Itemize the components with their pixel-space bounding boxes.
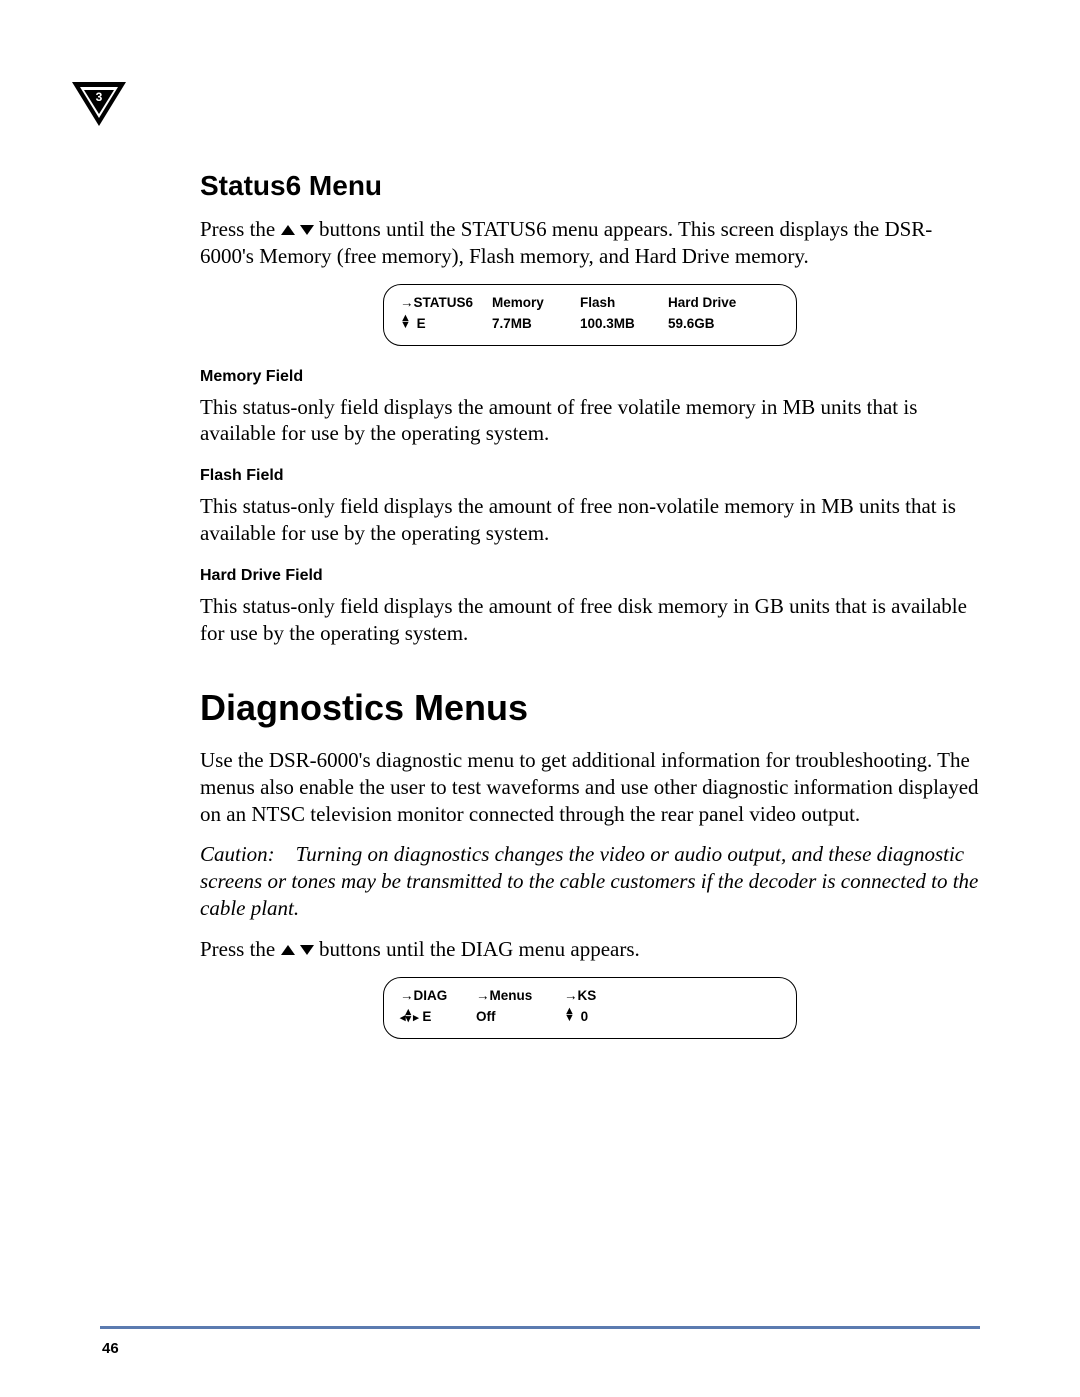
- diagnostics-heading: Diagnostics Menus: [200, 687, 980, 729]
- lcd-cell-menus: →Menus: [476, 986, 564, 1007]
- lcd-cell-diag: →DIAG: [400, 986, 476, 1007]
- lcd-cell-memory-value: 7.7MB: [492, 314, 580, 335]
- lcd-row: →STATUS6 Memory Flash Hard Drive: [400, 293, 780, 314]
- flash-field-text: This status-only field displays the amou…: [200, 493, 980, 547]
- lcd-cell-ks-value: ▲▼ 0: [564, 1007, 634, 1028]
- harddrive-field-label: Hard Drive Field: [200, 567, 980, 585]
- lcd-cell-harddrive-header: Hard Drive: [668, 293, 780, 314]
- lcd-e-text: E: [417, 316, 426, 331]
- status6-lcd: →STATUS6 Memory Flash Hard Drive ▲▼ E 7.…: [383, 284, 797, 346]
- diagnostics-press-post: buttons until the DIAG menu appears.: [314, 937, 640, 961]
- lcd-cell-harddrive-value: 59.6GB: [668, 314, 780, 335]
- status6-intro: Press the buttons until the STATUS6 menu…: [200, 216, 980, 270]
- left-right-up-down-arrows-icon: ◂▴▾▸: [400, 1012, 419, 1024]
- lcd-cell-ks: →KS: [564, 986, 634, 1007]
- memory-field-label: Memory Field: [200, 368, 980, 386]
- harddrive-field-text: This status-only field displays the amou…: [200, 593, 980, 647]
- lcd-cell-e: ▲▼ E: [400, 314, 492, 335]
- page-number: 46: [102, 1340, 119, 1357]
- lcd-cell-blank: [634, 986, 780, 1007]
- down-triangle-icon: [300, 225, 314, 235]
- lcd-cell-memory-header: Memory: [492, 293, 580, 314]
- lcd-e2-text: E: [422, 1009, 431, 1024]
- down-triangle-icon: [300, 945, 314, 955]
- lcd-cell-blank2: [634, 1007, 780, 1028]
- chapter-badge: 3: [68, 78, 130, 135]
- diagnostics-caution: Caution: Turning on diagnostics changes …: [200, 841, 980, 922]
- lcd-cell-off: Off: [476, 1007, 564, 1028]
- lcd-row: ▲▼ E 7.7MB 100.3MB 59.6GB: [400, 314, 780, 335]
- memory-field-text: This status-only field displays the amou…: [200, 394, 980, 448]
- status6-heading: Status6 Menu: [200, 170, 980, 202]
- diag-lcd: →DIAG →Menus →KS ◂▴▾▸ E Off ▲▼ 0: [383, 977, 797, 1039]
- status6-intro-pre: Press the: [200, 217, 281, 241]
- lcd-ks-text: 0: [581, 1009, 589, 1024]
- updown-arrows-icon: ▲▼: [564, 1008, 575, 1022]
- page: 3 Status6 Menu Press the buttons until t…: [0, 0, 1080, 1397]
- flash-field-label: Flash Field: [200, 467, 980, 485]
- up-triangle-icon: [281, 225, 295, 235]
- lcd-cell-flash-value: 100.3MB: [580, 314, 668, 335]
- lcd-row: →DIAG →Menus →KS: [400, 986, 780, 1007]
- chapter-number: 3: [96, 90, 103, 104]
- lcd-row: ◂▴▾▸ E Off ▲▼ 0: [400, 1007, 780, 1028]
- content-area: Status6 Menu Press the buttons until the…: [200, 80, 980, 1039]
- diagnostics-press: Press the buttons until the DIAG menu ap…: [200, 936, 980, 963]
- chapter-diamond-icon: 3: [68, 78, 130, 130]
- updown-arrows-icon: ▲▼: [400, 315, 411, 329]
- lcd-cell-flash-header: Flash: [580, 293, 668, 314]
- diagnostics-press-pre: Press the: [200, 937, 281, 961]
- footer-rule: [100, 1326, 980, 1329]
- lcd-cell-status6: →STATUS6: [400, 293, 492, 314]
- up-triangle-icon: [281, 945, 295, 955]
- lcd-cell-e2: ◂▴▾▸ E: [400, 1007, 476, 1028]
- diagnostics-intro: Use the DSR-6000's diagnostic menu to ge…: [200, 747, 980, 828]
